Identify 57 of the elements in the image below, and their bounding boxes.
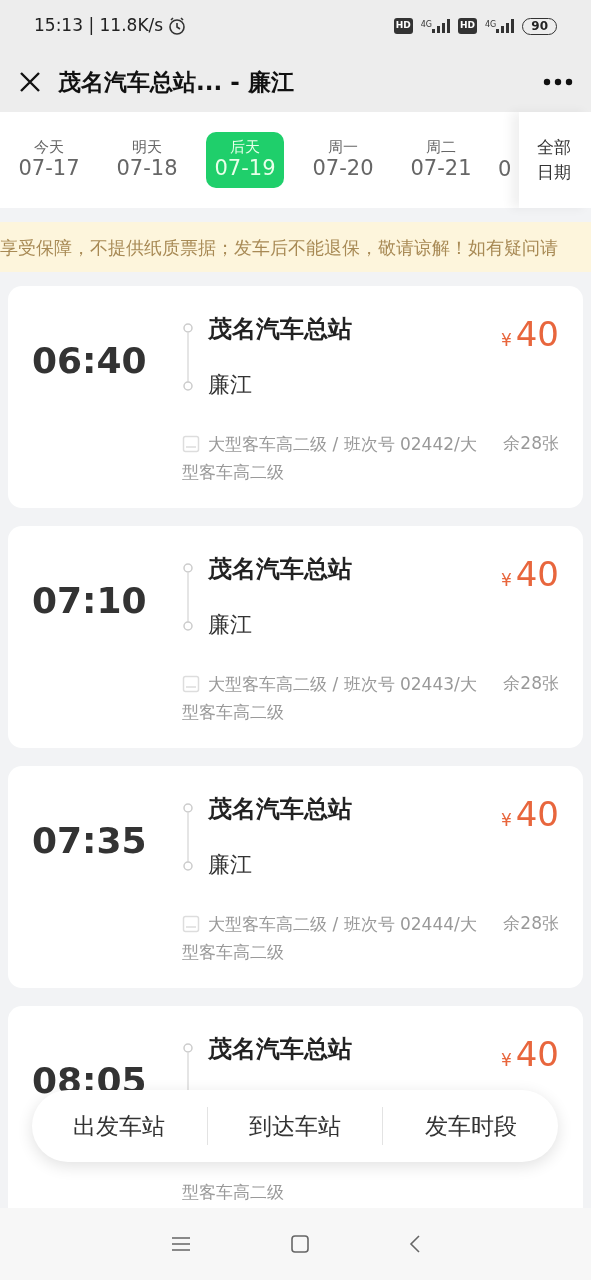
network-type: 4G	[485, 19, 497, 31]
origin-station: 茂名汽车总站	[208, 314, 352, 345]
alarm-icon	[167, 16, 188, 36]
destination-station: 廉江	[208, 851, 253, 879]
network-badge: HD	[458, 18, 477, 34]
filter-button[interactable]: 到达车站	[207, 1108, 383, 1144]
bus-details: 型客车高二级	[182, 701, 285, 724]
destination-station: 廉江	[208, 611, 253, 639]
bus-details: 大型客车高二级 / 班次号 02444/大	[208, 913, 477, 936]
origin-station: 茂名汽车总站	[208, 1034, 352, 1065]
departure-time: 07:10	[32, 579, 148, 623]
route-line-icon	[182, 562, 194, 632]
bus-details: 型客车高二级	[182, 1181, 285, 1204]
signal-icon	[496, 19, 515, 33]
destination-station: 廉江	[208, 371, 253, 399]
seats-left: 余28张	[503, 432, 559, 456]
seats-left: 余28张	[503, 672, 559, 696]
home-icon[interactable]	[290, 1235, 309, 1253]
bus-details: 型客车高二级	[182, 461, 285, 484]
departure-time: 06:40	[32, 339, 148, 383]
ticket-card[interactable]: 06:40 茂名汽车总站 廉江 ¥40 大型客车高二级 / 班次号 02442/大 余28张 型客车高二级	[8, 286, 583, 508]
bus-details: 大型客车高二级 / 班次号 02442/大	[208, 433, 477, 456]
ticket-price: ¥40	[500, 313, 559, 356]
departure-time: 07:35	[32, 819, 148, 863]
notice-text: 享受保障，不提供纸质票据；发车后不能退保，敬请谅解！如有疑问请	[0, 222, 591, 272]
back-icon[interactable]	[408, 1234, 421, 1254]
date-tab[interactable]: 周一 07-20	[304, 132, 382, 188]
status-time: 15:13 | 11.8K/s	[34, 14, 164, 38]
ticket-price: ¥40	[500, 1033, 559, 1076]
ticket-price: ¥40	[500, 553, 559, 596]
date-tab[interactable]: 0	[498, 112, 512, 208]
bus-icon	[182, 675, 200, 693]
seats-left: 余28张	[503, 912, 559, 936]
signal-icon	[432, 19, 450, 33]
bus-details: 型客车高二级	[182, 941, 285, 964]
date-tab[interactable]: 周二 07-21	[402, 132, 480, 188]
menu-icon[interactable]	[170, 1236, 191, 1252]
date-tab[interactable]: 今天 07-17	[10, 132, 88, 188]
network-badge: HD	[393, 18, 413, 34]
more-icon[interactable]	[543, 78, 573, 86]
filter-button[interactable]: 出发车站	[32, 1108, 207, 1144]
origin-station: 茂名汽车总站	[208, 794, 352, 825]
bus-details: 大型客车高二级 / 班次号 02443/大	[208, 673, 477, 696]
filter-button[interactable]: 发车时段	[383, 1108, 558, 1144]
all-dates-button[interactable]: 全部 日期	[519, 112, 591, 208]
route-line-icon	[182, 322, 194, 392]
date-tab[interactable]: 明天 07-18	[108, 132, 186, 188]
ticket-price: ¥40	[500, 793, 559, 836]
page-title: 茂名汽车总站... - 廉江	[58, 67, 295, 97]
network-type: 4G	[420, 19, 432, 31]
ticket-card[interactable]: 07:10 茂名汽车总站 廉江 ¥40 大型客车高二级 / 班次号 02443/大 余28张 型客车高二级	[8, 526, 583, 748]
close-icon[interactable]	[18, 70, 42, 94]
origin-station: 茂名汽车总站	[208, 554, 352, 585]
route-line-icon	[182, 802, 194, 872]
ticket-card[interactable]: 07:35 茂名汽车总站 廉江 ¥40 大型客车高二级 / 班次号 02444/大 余28张 型客车高二级	[8, 766, 583, 988]
bus-icon	[182, 915, 200, 933]
bus-icon	[182, 435, 200, 453]
